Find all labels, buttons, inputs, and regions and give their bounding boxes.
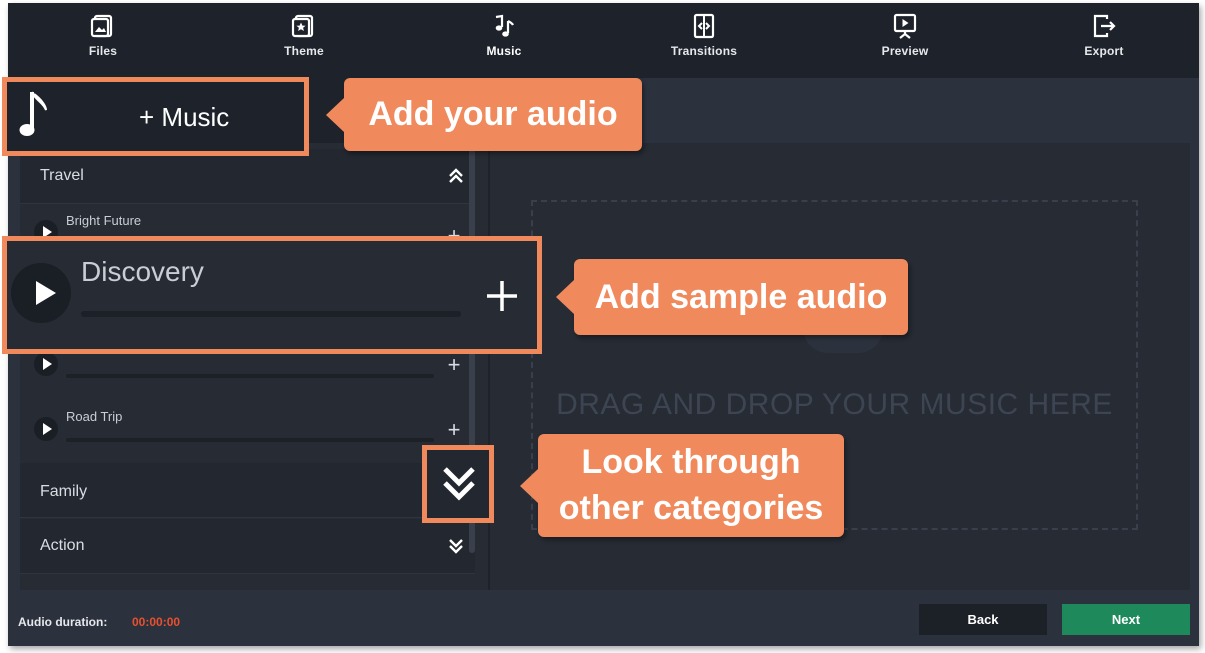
add-track-icon[interactable]: + bbox=[446, 354, 462, 376]
category-label: Action bbox=[40, 537, 85, 554]
preview-icon bbox=[893, 13, 917, 39]
nav-theme[interactable]: Theme bbox=[214, 3, 394, 78]
chevron-down-icon[interactable] bbox=[446, 536, 466, 556]
play-icon[interactable] bbox=[34, 417, 58, 441]
audio-duration-value: 00:00:00 bbox=[132, 615, 181, 629]
track-item[interactable]: Road Trip + bbox=[20, 396, 475, 460]
track-title: Road Trip bbox=[66, 409, 123, 424]
audio-duration-label: Audio duration: bbox=[18, 615, 108, 629]
nav-preview-label: Preview bbox=[881, 44, 929, 58]
nav-export[interactable]: Export bbox=[1014, 3, 1194, 78]
category-action[interactable]: Action bbox=[20, 519, 475, 574]
nav-music-label: Music bbox=[486, 44, 522, 58]
theme-icon bbox=[291, 14, 314, 38]
track-title: Discovery bbox=[81, 256, 204, 287]
play-icon bbox=[36, 281, 56, 305]
dropzone-text: DRAG AND DROP YOUR MUSIC HERE bbox=[556, 388, 1113, 421]
track-progress[interactable] bbox=[66, 438, 434, 442]
music-note-icon bbox=[19, 91, 47, 136]
back-button[interactable]: Back bbox=[919, 604, 1047, 635]
add-music-button[interactable]: + Music bbox=[139, 102, 229, 133]
chevron-up-icon[interactable] bbox=[446, 166, 466, 186]
discovery-highlight: Discovery bbox=[2, 236, 542, 354]
track-progress[interactable] bbox=[81, 311, 461, 317]
files-icon bbox=[90, 14, 113, 38]
export-icon bbox=[1093, 14, 1116, 38]
nav-files[interactable]: Files bbox=[13, 3, 193, 78]
callout-line-2: other categories bbox=[558, 489, 824, 527]
nav-theme-label: Theme bbox=[284, 44, 324, 58]
nav-export-label: Export bbox=[1084, 44, 1124, 58]
nav-transitions[interactable]: Transitions bbox=[614, 3, 794, 78]
callout-look-through: Look through other categories bbox=[520, 434, 844, 537]
callout-line-1: Look through bbox=[581, 443, 801, 481]
chevron-down-icon[interactable] bbox=[441, 464, 477, 504]
category-travel[interactable]: Travel bbox=[20, 149, 475, 204]
nav-files-label: Files bbox=[88, 44, 118, 58]
callout-add-audio: Add your audio bbox=[326, 78, 642, 151]
next-button[interactable]: Next bbox=[1062, 604, 1190, 635]
add-music-highlight: + Music bbox=[2, 77, 309, 156]
category-label: Travel bbox=[40, 167, 84, 184]
category-family[interactable]: Family bbox=[20, 463, 475, 518]
add-track-icon[interactable]: + bbox=[446, 419, 462, 441]
callout-add-sample: Add sample audio bbox=[556, 259, 908, 335]
nav-transitions-label: Transitions bbox=[670, 44, 738, 58]
nav-music[interactable]: Music bbox=[414, 3, 594, 78]
music-icon bbox=[495, 14, 514, 37]
family-chevron-highlight bbox=[422, 445, 494, 523]
top-nav: Files Theme Music Transitions Preview Ex… bbox=[8, 3, 1199, 78]
transitions-icon bbox=[693, 13, 715, 39]
nav-preview[interactable]: Preview bbox=[815, 3, 995, 78]
play-button[interactable] bbox=[11, 263, 71, 323]
category-label: Family bbox=[40, 483, 88, 500]
track-title: Bright Future bbox=[66, 213, 142, 228]
track-progress[interactable] bbox=[66, 374, 434, 378]
play-icon[interactable] bbox=[34, 352, 58, 376]
add-track-icon[interactable] bbox=[482, 276, 522, 316]
